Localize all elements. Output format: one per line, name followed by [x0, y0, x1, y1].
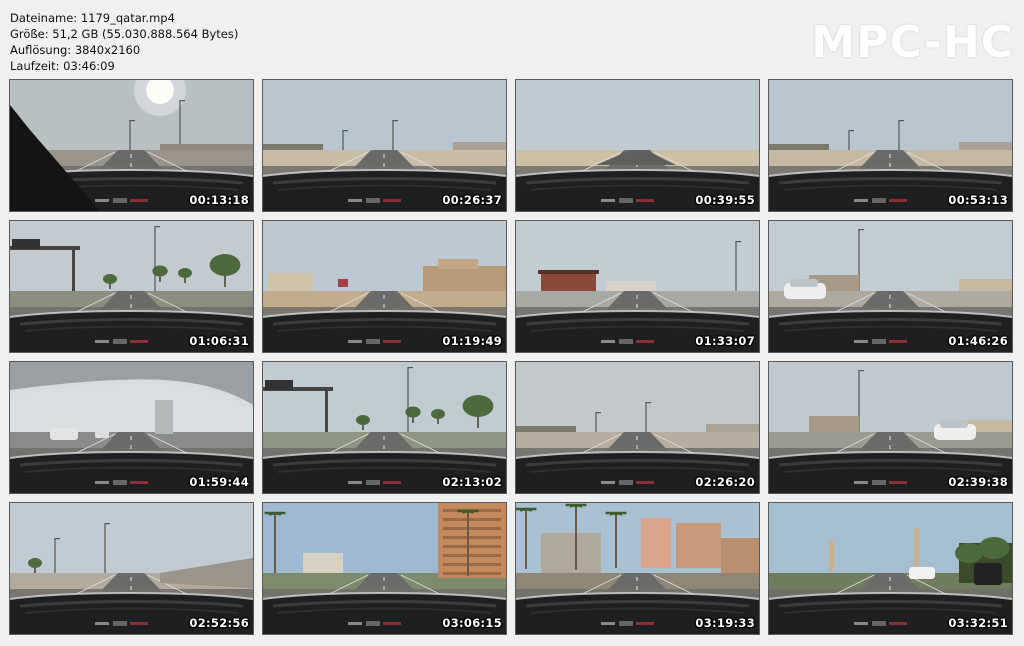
- timestamp-label: 01:06:31: [189, 334, 249, 348]
- frame-image: [516, 362, 759, 493]
- frame-image: [516, 221, 759, 352]
- timestamp-label: 03:06:15: [442, 616, 502, 630]
- thumbnail-frame: 02:39:38: [768, 361, 1013, 494]
- frame-image: [10, 362, 253, 493]
- frame-image: [769, 362, 1012, 493]
- timestamp-label: 00:53:13: [948, 193, 1008, 207]
- thumbnail-frame: 02:26:20: [515, 361, 760, 494]
- frame-image: [263, 362, 506, 493]
- filesize-line: Größe: 51,2 GB (55.030.888.564 Bytes): [10, 27, 239, 41]
- frame-image: [769, 80, 1012, 211]
- thumbnail-frame: 01:19:49: [262, 220, 507, 353]
- thumbnail-frame: 03:19:33: [515, 502, 760, 635]
- thumbnail-frame: 00:13:18: [9, 79, 254, 212]
- thumbnail-grid: 00:13:18 00:26:37 00:39:55 00:53:13 01:06:31…: [9, 79, 1013, 635]
- thumbnail-frame: 01:46:26: [768, 220, 1013, 353]
- timestamp-label: 03:32:51: [948, 616, 1008, 630]
- timestamp-label: 02:13:02: [442, 475, 502, 489]
- timestamp-label: 03:19:33: [695, 616, 755, 630]
- thumbnail-frame: 03:06:15: [262, 502, 507, 635]
- duration-line: Laufzeit: 03:46:09: [10, 59, 115, 73]
- frame-image: [769, 503, 1012, 634]
- timestamp-label: 02:52:56: [189, 616, 249, 630]
- filename-line: Dateiname: 1179_qatar.mp4: [10, 11, 175, 25]
- file-info-panel: Dateiname: 1179_qatar.mp4 Größe: 51,2 GB…: [10, 10, 238, 74]
- thumbnail-frame: 01:06:31: [9, 220, 254, 353]
- frame-image: [263, 80, 506, 211]
- frame-image: [516, 503, 759, 634]
- timestamp-label: 00:26:37: [442, 193, 502, 207]
- timestamp-label: 00:13:18: [189, 193, 249, 207]
- timestamp-label: 02:26:20: [695, 475, 755, 489]
- thumbnail-frame: 02:52:56: [9, 502, 254, 635]
- thumbnail-frame: 02:13:02: [262, 361, 507, 494]
- frame-image: [10, 221, 253, 352]
- frame-image: [263, 221, 506, 352]
- thumbnail-frame: 00:53:13: [768, 79, 1013, 212]
- timestamp-label: 01:33:07: [695, 334, 755, 348]
- frame-image: [516, 80, 759, 211]
- thumbnail-frame: 03:32:51: [768, 502, 1013, 635]
- timestamp-label: 00:39:55: [695, 193, 755, 207]
- frame-image: [10, 80, 253, 211]
- frame-image: [769, 221, 1012, 352]
- thumbnail-frame: 00:26:37: [262, 79, 507, 212]
- frame-image: [263, 503, 506, 634]
- mpc-hc-logo: MPC-HC: [811, 17, 1014, 68]
- thumbnail-frame: 01:33:07: [515, 220, 760, 353]
- timestamp-label: 02:39:38: [948, 475, 1008, 489]
- timestamp-label: 01:46:26: [948, 334, 1008, 348]
- timestamp-label: 01:59:44: [189, 475, 249, 489]
- frame-image: [10, 503, 253, 634]
- thumbnail-frame: 00:39:55: [515, 79, 760, 212]
- thumbnail-frame: 01:59:44: [9, 361, 254, 494]
- resolution-line: Auflösung: 3840x2160: [10, 43, 141, 57]
- timestamp-label: 01:19:49: [442, 334, 502, 348]
